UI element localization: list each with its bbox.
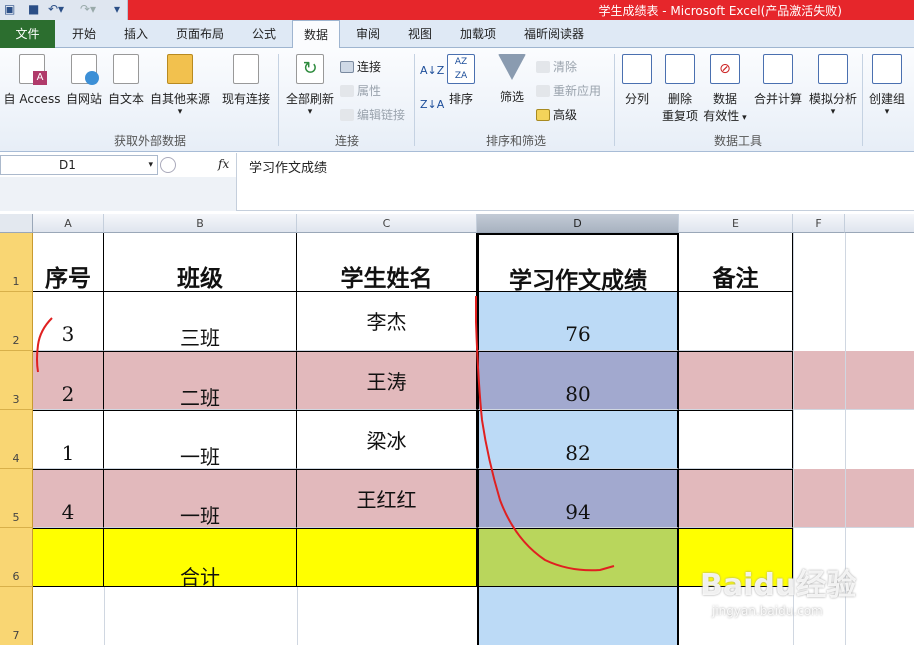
annotation-stroke-left	[36, 317, 53, 373]
baidu-watermark: Baidu经验	[700, 568, 857, 603]
baidu-watermark-url: jingyan.baidu.com	[712, 604, 823, 618]
annotation-stroke-score	[475, 296, 615, 572]
red-annotation-strokes	[36, 296, 615, 572]
